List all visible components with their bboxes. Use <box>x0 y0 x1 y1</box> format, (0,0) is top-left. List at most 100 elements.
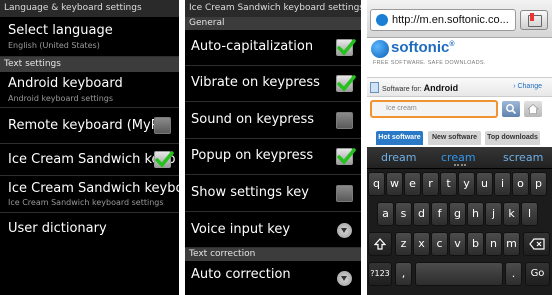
remote-keyboard-label: Remote keyboard (MyPh <box>8 118 167 133</box>
numbers-key[interactable]: ?123 <box>368 262 392 286</box>
platform-label: Software for: Android <box>382 83 458 93</box>
show-settings-key-checkbox[interactable] <box>336 185 353 202</box>
select-language-summary: English (United States) <box>8 41 100 50</box>
change-platform-link[interactable]: › Change <box>513 83 542 90</box>
key-c[interactable]: c <box>431 232 448 256</box>
ics-keyboard-settings-summary: Ice Cream Sandwich keyboard settings <box>8 198 164 207</box>
ics-keyboard-toggle-label: Ice Cream Sandwich keyb <box>8 152 176 167</box>
comma-key[interactable]: , <box>395 262 412 286</box>
checkmark-icon <box>337 39 356 56</box>
key-f[interactable]: f <box>431 202 448 226</box>
key-t[interactable]: t <box>440 172 457 196</box>
suggestion-item-selected[interactable]: cream <box>441 151 476 164</box>
ics-keyboard-settings-item[interactable]: Ice Cream Sandwich keyboard Ice Cream Sa… <box>0 176 179 213</box>
key-g[interactable]: g <box>449 202 466 226</box>
screen-title: Language & keyboard settings <box>0 0 179 17</box>
key-s[interactable]: s <box>395 202 412 226</box>
key-d[interactable]: d <box>413 202 430 226</box>
show-settings-key-item[interactable]: Show settings key <box>185 175 361 212</box>
key-o[interactable]: o <box>512 172 529 196</box>
auto-capitalization-checkbox[interactable] <box>336 39 356 56</box>
space-key[interactable] <box>415 262 503 286</box>
user-dictionary-label: User dictionary <box>8 221 107 236</box>
key-b[interactable]: b <box>467 232 484 256</box>
checkmark-icon <box>155 151 174 168</box>
search-button[interactable] <box>502 101 520 117</box>
site-search: Ice cream <box>367 99 552 121</box>
voice-input-key-label: Voice input key <box>191 222 291 237</box>
key-i[interactable]: i <box>494 172 511 196</box>
tab-top-downloads[interactable]: Top downloads <box>485 131 540 145</box>
key-x[interactable]: x <box>413 232 430 256</box>
soft-keyboard: dream cream scream q w e r t y u i o p a… <box>367 147 552 295</box>
key-q[interactable]: q <box>368 172 385 196</box>
sound-on-keypress-item[interactable]: Sound on keypress <box>185 102 361 139</box>
site-search-input[interactable]: Ice cream <box>370 100 498 118</box>
key-y[interactable]: y <box>458 172 475 196</box>
url-field[interactable]: http://m.en.softonic.co... <box>370 9 516 31</box>
auto-correction-label: Auto correction <box>191 267 291 282</box>
key-u[interactable]: u <box>476 172 493 196</box>
text-correction-section: Text correction <box>185 248 361 261</box>
key-z[interactable]: z <box>395 232 412 256</box>
user-dictionary-item[interactable]: User dictionary <box>0 213 179 251</box>
key-n[interactable]: n <box>485 232 502 256</box>
screen-title: Ice Cream Sandwich keyboard settings <box>185 0 361 17</box>
vibrate-on-keypress-checkbox[interactable] <box>336 75 356 92</box>
remote-keyboard-item[interactable]: Remote keyboard (MyPh <box>0 108 179 144</box>
ics-keyboard-checkbox[interactable] <box>154 151 174 168</box>
popup-on-keypress-checkbox[interactable] <box>336 148 356 165</box>
ics-keyboard-settings-screen: Ice Cream Sandwich keyboard settings Gen… <box>185 0 361 295</box>
voice-input-key-item[interactable]: Voice input key <box>185 212 361 248</box>
period-key[interactable]: . <box>505 262 522 286</box>
software-tabs: Hot software New software Top downloads <box>367 131 552 145</box>
key-p[interactable]: p <box>530 172 547 196</box>
key-k[interactable]: k <box>503 202 520 226</box>
browser-screen: http://m.en.softonic.co... softonic® FRE… <box>367 0 552 295</box>
auto-capitalization-item[interactable]: Auto-capitalization <box>185 30 361 66</box>
popup-on-keypress-item[interactable]: Popup on keypress <box>185 139 361 175</box>
search-icon <box>506 104 517 115</box>
key-r[interactable]: r <box>422 172 439 196</box>
suggestion-item[interactable]: dream <box>381 151 417 164</box>
key-a[interactable]: a <box>377 202 394 226</box>
auto-correction-item[interactable]: Auto correction <box>185 261 361 291</box>
sound-on-keypress-checkbox[interactable] <box>336 112 353 129</box>
select-language-item[interactable]: Select language English (United States) <box>0 17 179 57</box>
android-keyboard-label: Android keyboard <box>8 76 123 91</box>
key-m[interactable]: m <box>503 232 520 256</box>
site-logo[interactable]: softonic® <box>391 39 455 56</box>
bookmarks-icon[interactable] <box>520 10 548 30</box>
tab-new-software[interactable]: New software <box>428 131 481 145</box>
key-v[interactable]: v <box>449 232 466 256</box>
key-j[interactable]: j <box>485 202 502 226</box>
ics-keyboard-settings-label: Ice Cream Sandwich keyboard <box>8 181 179 196</box>
dropdown-arrow-icon[interactable] <box>337 271 352 286</box>
home-icon <box>527 104 539 114</box>
key-h[interactable]: h <box>467 202 484 226</box>
shift-key[interactable] <box>368 232 392 256</box>
android-keyboard-summary: Android keyboard settings <box>8 94 114 103</box>
remote-keyboard-checkbox[interactable] <box>154 117 171 134</box>
dropdown-arrow-icon[interactable] <box>337 223 352 238</box>
auto-capitalization-label: Auto-capitalization <box>191 39 314 54</box>
tab-hot-software[interactable]: Hot software <box>376 131 423 145</box>
language-keyboard-settings-screen: Language & keyboard settings Select lang… <box>0 0 179 295</box>
key-e[interactable]: e <box>404 172 421 196</box>
vibrate-on-keypress-item[interactable]: Vibrate on keypress <box>185 66 361 102</box>
text-settings-section: Text settings <box>0 57 179 72</box>
ics-keyboard-toggle-item[interactable]: Ice Cream Sandwich keyb <box>0 144 179 176</box>
suggestion-item[interactable]: scream <box>503 151 543 164</box>
brand-name: softonic <box>391 39 450 56</box>
checkmark-icon <box>337 148 356 165</box>
select-language-label: Select language <box>8 23 113 38</box>
backspace-key[interactable] <box>523 232 550 256</box>
home-button[interactable] <box>524 101 542 117</box>
key-l[interactable]: l <box>521 202 538 226</box>
go-key[interactable]: Go <box>525 262 550 286</box>
device-icon <box>370 82 379 93</box>
vibrate-on-keypress-label: Vibrate on keypress <box>191 75 320 90</box>
key-w[interactable]: w <box>386 172 403 196</box>
android-keyboard-item[interactable]: Android keyboard Android keyboard settin… <box>0 72 179 108</box>
sound-on-keypress-label: Sound on keypress <box>191 112 315 127</box>
